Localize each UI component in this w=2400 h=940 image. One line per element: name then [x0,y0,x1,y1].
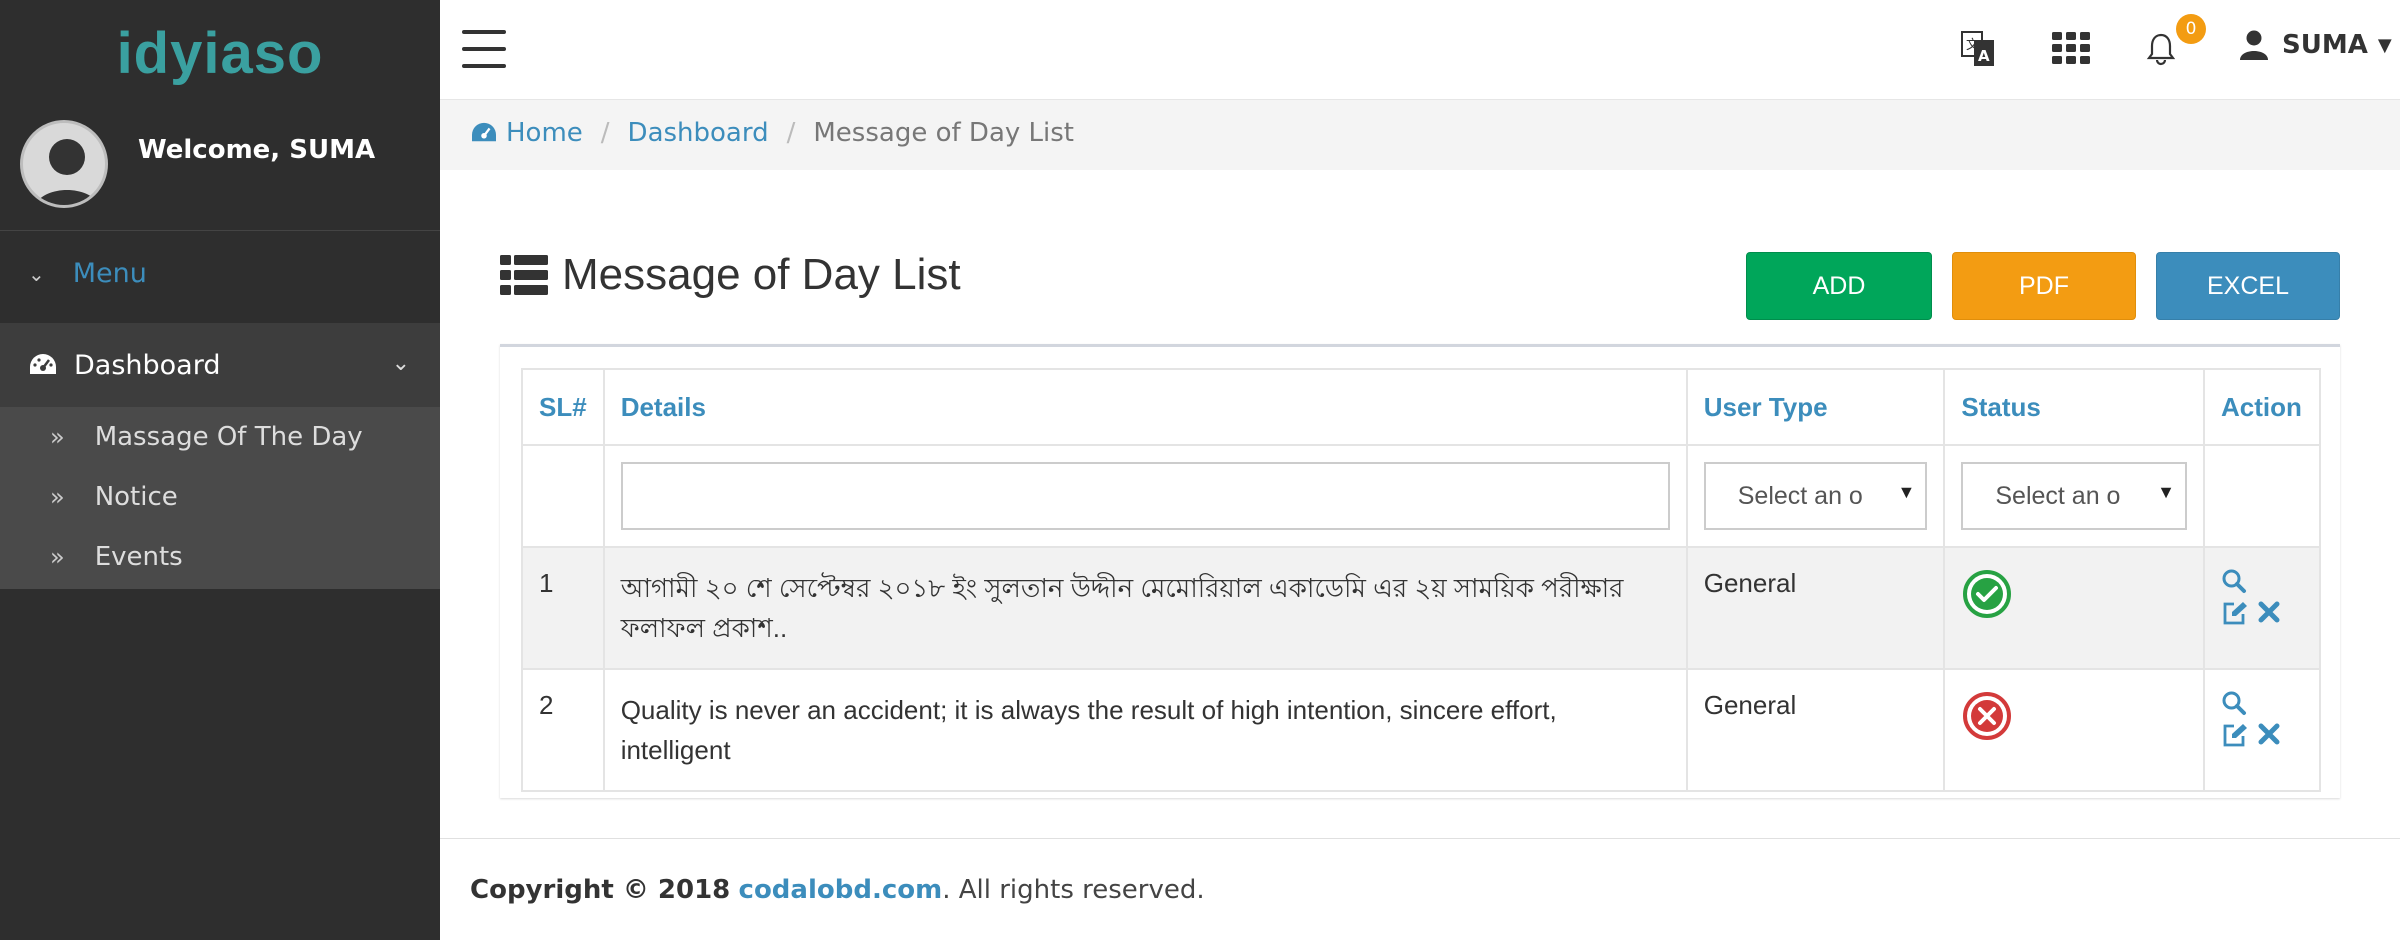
page-title: Message of Day List [500,250,961,300]
delete-x-icon[interactable] [2257,600,2281,624]
column-header-action: Action [2202,368,2322,446]
apps-grid-icon[interactable] [2052,32,2090,64]
page-title-text: Message of Day List [562,250,961,299]
select-arrow-icon: ▼ [1897,482,1916,502]
pdf-export-button[interactable]: PDF [1952,252,2136,320]
status-inactive-x-icon[interactable] [1961,690,2013,742]
user-panel: Welcome, SUMA [20,120,375,208]
double-angle-right-icon: » [50,483,65,511]
avatar [20,120,108,208]
sidebar: idyiaso Welcome, SUMA ⌄ Menu Dashboard ⌄… [0,0,440,940]
sidebar-item-events[interactable]: » Events [0,527,440,587]
chevron-down-icon: ⌄ [28,261,45,286]
chevron-down-icon: ⌄ [391,351,410,376]
user-type-filter-select[interactable]: Select an o ▼ [1703,462,1928,530]
svg-text:A: A [1978,47,1990,65]
select-arrow-icon: ▼ [2157,482,2175,502]
row-actions [2202,546,2322,670]
excel-export-button[interactable]: EXCEL [2156,252,2340,320]
message-table: SL# Details User Type Status Action Sele… [521,368,2322,792]
delete-x-icon[interactable] [2257,722,2281,746]
notification-count-badge: 0 [2176,14,2206,44]
menu-header[interactable]: ⌄ Menu [28,258,147,289]
footer-company-link[interactable]: codalobd.com [739,875,943,905]
row-status [1943,668,2205,792]
table-row: 1 আগামী ২০ শে সেপ্টেম্বর ২০১৮ ইং সুলতান … [521,546,2322,670]
sidebar-item-dashboard[interactable]: Dashboard ⌄ [0,323,440,407]
view-search-icon[interactable] [2221,568,2247,594]
table-row: 2 Quality is never an accident; it is al… [521,668,2322,792]
menu-label: Menu [72,258,147,289]
notification-bell-icon[interactable] [2146,32,2176,66]
footer-suffix: . All rights reserved. [942,874,1205,905]
sidebar-divider [0,230,440,231]
add-button[interactable]: ADD [1746,252,1932,320]
filter-cell-empty [521,444,605,548]
column-header-status[interactable]: Status [1943,368,2205,446]
top-navbar: 文 A 0 SUMA ▼ [440,0,2400,100]
breadcrumb-current: Message of Day List [813,118,1074,148]
double-angle-right-icon: » [50,543,65,571]
double-angle-right-icon: » [50,423,65,451]
status-active-check-icon[interactable] [1961,568,2013,620]
sidebar-item-message-of-day[interactable]: » Massage Of The Day [0,407,440,467]
row-sl: 1 [521,546,605,670]
filter-cell-status: Select an o ▼ [1943,444,2205,548]
user-name: SUMA [2282,30,2368,60]
row-user-type: General [1685,668,1946,792]
translate-icon[interactable]: 文 A [1960,28,1996,68]
sidebar-item-notice[interactable]: » Notice [0,467,440,527]
select-placeholder: Select an o [1737,481,1863,510]
row-details: আগামী ২০ শে সেপ্টেম্বর ২০১৮ ইং সুলতান উদ… [602,546,1688,670]
logo-area: idyiaso [0,0,440,100]
row-details: Quality is never an accident; it is alwa… [602,668,1688,792]
filter-cell-details [602,444,1688,548]
row-sl: 2 [521,668,605,792]
column-header-sl[interactable]: SL# [521,368,605,446]
breadcrumb-home-link[interactable]: Home [506,118,583,148]
sidebar-submenu: » Massage Of The Day » Notice » Events [0,407,440,589]
filter-cell-empty [2202,444,2322,548]
filter-row: Select an o ▼ Select an o ▼ [521,444,2322,548]
footer-copyright: Copyright © 2018 [470,874,731,905]
select-placeholder: Select an o [1995,481,2121,510]
view-search-icon[interactable] [2221,690,2247,716]
filter-cell-user-type: Select an o ▼ [1685,444,1946,548]
edit-icon[interactable] [2221,722,2249,748]
sidebar-item-label: Notice [94,482,178,512]
dashboard-gauge-icon [30,354,56,374]
column-header-user-type[interactable]: User Type [1685,368,1946,446]
list-icon [500,255,548,295]
welcome-text: Welcome, SUMA [138,135,376,165]
table-header-row: SL# Details User Type Status Action [521,368,2322,446]
breadcrumb-separator: / [786,118,796,148]
edit-icon[interactable] [2221,600,2249,626]
footer: Copyright © 2018 codalobd.com. All right… [440,838,2400,940]
user-icon [2240,30,2268,60]
brand-logo[interactable]: idyiaso [117,20,324,87]
dashboard-gauge-icon [472,122,496,142]
breadcrumb-separator: / [600,118,610,148]
sidebar-item-label: Events [94,542,183,572]
row-status [1943,546,2205,670]
breadcrumb: Home / Dashboard / Message of Day List [470,118,1074,148]
breadcrumb-dashboard-link[interactable]: Dashboard [628,118,769,148]
column-header-details[interactable]: Details [602,368,1688,446]
user-silhouette-icon [35,139,99,205]
sidebar-toggle-hamburger-icon[interactable] [462,30,506,68]
status-filter-select[interactable]: Select an o ▼ [1961,462,2187,530]
caret-down-icon: ▼ [2377,34,2392,56]
row-actions [2202,668,2322,792]
details-filter-input[interactable] [620,462,1670,530]
sidebar-dashboard-label: Dashboard [74,349,221,381]
row-user-type: General [1685,546,1946,670]
user-menu[interactable]: SUMA ▼ [2238,30,2392,60]
sidebar-item-label: Massage Of The Day [94,422,363,452]
